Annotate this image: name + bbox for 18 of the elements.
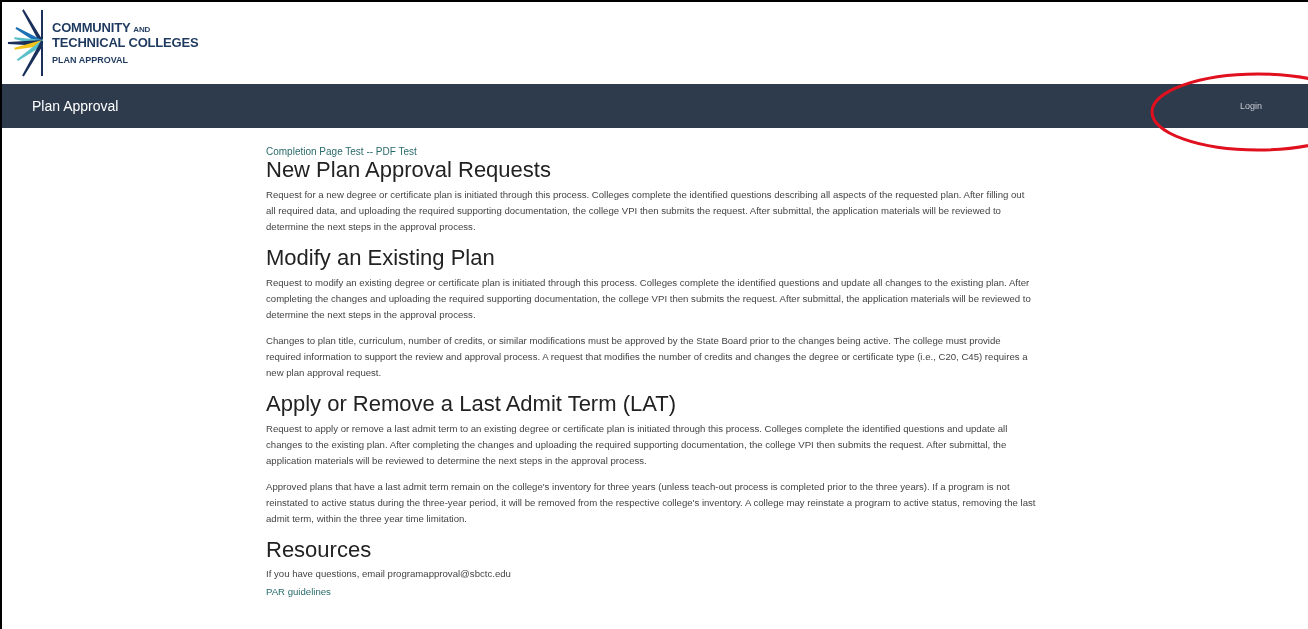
paragraph: Request to modify an existing degree or certificate plan is initiated through this process. Colleges complete the identified questions and update all changes to the existing plan. After completing the changes and uploading the required supporting documentation, the college VPI then submits the request. After submittal, the application materials will be reviewed to determine the next steps in the approval process. xyxy=(266,276,1032,322)
paragraph: Request to apply or remove a last admit term to an existing degree or certificate plan is initiated through this process. Colleges complete the identified questions and update all changes to the existing plan. After completing the changes and uploading the required supporting documentation, the college VPI then submits the request. After submittal, the application materials will be reviewed to determine the next steps in the approval process. xyxy=(266,422,1009,468)
section-heading: New Plan Approval Requests xyxy=(266,157,552,183)
logo-text: TECHNICAL COLLEGES xyxy=(52,36,199,49)
paragraph: Request for a new degree or certificate plan is initiated through this process. Colleges complete the identified questions describing all aspects of the requested plan. After filling out all required data, and uploading the required supporting documentation, the college VPI then submits the request. After submittal, the application materials will be reviewed to determine the next steps in the approval process. xyxy=(266,188,1026,234)
contact-text: If you have questions, email programapproval@sbctc.edu xyxy=(266,567,512,581)
logo-subtitle: PLAN APPROVAL xyxy=(52,55,129,65)
login-link[interactable]: Login xyxy=(1239,101,1262,111)
paragraph: Changes to plan title, curriculum, number of credits, or similar modifications must be approved by the State Board prior to the changes being active. The college must provide required information to support the review and approval process. A request that modifies the number of credits and changes the degree or certificate type (i.e., C20, C45) requires a new plan approval request. xyxy=(266,334,1029,380)
breadcrumb-link[interactable]: Completion Page Test -- PDF Test xyxy=(266,146,1036,157)
logo-text: COMMUNITY AND xyxy=(52,21,152,36)
section-heading: Apply or Remove a Last Admit Term (LAT) xyxy=(266,391,677,417)
section-heading: Modify an Existing Plan xyxy=(266,245,496,271)
section-heading: Resources xyxy=(266,537,373,563)
site-title[interactable]: Plan Approval xyxy=(32,98,119,114)
star-logo-icon xyxy=(6,8,46,78)
paragraph: Approved plans that have a last admit term remain on the college's inventory for three years (unless teach-out process is completed prior to the three years). If a program is not reinstated to active status during the three-year period, it will be removed from the respective college's inventory. A college may reinstate a program to active status, removing the last admit term, within the three year time limitation. xyxy=(266,480,1036,526)
guidelines-link[interactable]: PAR guidelines xyxy=(266,585,331,599)
